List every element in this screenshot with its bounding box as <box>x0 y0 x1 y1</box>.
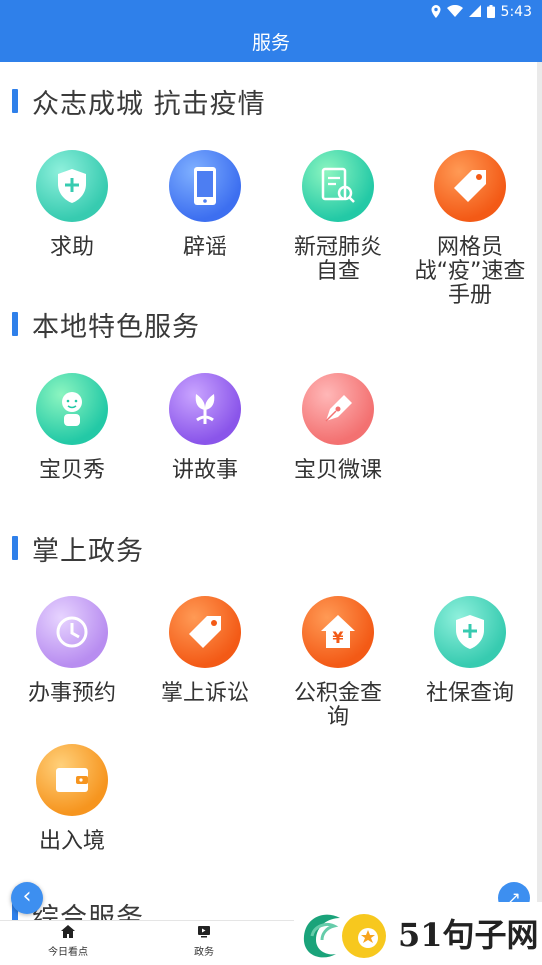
service-tile-litigation[interactable]: 掌上诉讼 <box>139 596 271 706</box>
svg-text:¥: ¥ <box>332 628 343 647</box>
site-watermark: 51句子网 <box>294 902 542 964</box>
watermark-logo-icon <box>303 914 386 958</box>
pen-icon <box>302 373 374 445</box>
service-tile-immigration[interactable]: 出入境 <box>6 744 138 854</box>
service-label: 宝贝秀 <box>38 458 105 483</box>
service-label: 宝贝微课 <box>293 458 382 483</box>
service-tile-covid-check[interactable]: 新冠肺炎 自查 <box>272 150 404 284</box>
service-tile-appointment[interactable]: 办事预约 <box>6 596 138 706</box>
flower-icon <box>169 373 241 445</box>
back-float-button[interactable]: ‹ <box>11 882 43 914</box>
service-label: 讲故事 <box>171 458 238 483</box>
baby-icon <box>36 373 108 445</box>
services-content[interactable]: 众志成城 抗击疫情 求助 辟谣 新冠肺炎 自查 网格员 战“疫”速查 手册 本地… <box>0 62 542 920</box>
section-title: 本地特色服务 <box>32 311 200 343</box>
section-header-epidemic: 众志成城 抗击疫情 <box>12 86 266 120</box>
tab-label: 政务 <box>194 947 214 958</box>
wallet-icon <box>36 744 108 816</box>
watermark-text: 51句子网 <box>398 916 539 954</box>
service-label: 掌上诉讼 <box>160 681 249 706</box>
service-label: 公积金查 询 <box>293 681 382 730</box>
section-header-local: 本地特色服务 <box>12 309 200 343</box>
scrollbar-track[interactable] <box>537 62 542 920</box>
battery-icon <box>486 4 495 20</box>
tv-icon <box>164 925 244 943</box>
tab-gov[interactable]: 政务 <box>164 925 244 958</box>
section-header-gov: 掌上政务 <box>12 533 144 567</box>
service-label: 新冠肺炎 自查 <box>293 235 382 284</box>
service-tile-rumor[interactable]: 辟谣 <box>139 150 271 260</box>
tab-label: 今日看点 <box>48 947 88 958</box>
document-search-icon <box>302 150 374 222</box>
service-tile-baby-show[interactable]: 宝贝秀 <box>6 373 138 483</box>
clock-icon <box>36 596 108 668</box>
shield-plus-icon <box>434 596 506 668</box>
wifi-icon <box>446 4 463 19</box>
location-icon <box>431 4 441 20</box>
status-time: 5:43 <box>500 4 532 20</box>
section-accent-bar <box>12 89 18 113</box>
phone-icon <box>169 150 241 222</box>
service-tile-social-security[interactable]: 社保查询 <box>404 596 536 706</box>
chevron-left-icon: ‹ <box>22 884 32 909</box>
signal-icon <box>468 5 481 19</box>
service-label: 办事预约 <box>27 681 116 706</box>
service-label: 网格员 战“疫”速查 手册 <box>414 235 526 308</box>
section-title: 综合服务 <box>32 902 144 921</box>
service-tile-storytelling[interactable]: 讲故事 <box>139 373 271 483</box>
section-title: 众志成城 抗击疫情 <box>32 88 266 120</box>
tag-icon <box>434 150 506 222</box>
service-label: 社保查询 <box>425 681 514 706</box>
page-title: 服务 <box>0 24 542 62</box>
tag-icon <box>169 596 241 668</box>
section-accent-bar <box>12 312 18 336</box>
section-title: 掌上政务 <box>32 535 144 567</box>
service-label: 辟谣 <box>182 235 227 260</box>
status-bar: 5:43 <box>0 0 542 24</box>
shield-plus-icon <box>36 150 108 222</box>
tab-today[interactable]: 今日看点 <box>28 925 108 958</box>
service-tile-grid-handbook[interactable]: 网格员 战“疫”速查 手册 <box>404 150 536 308</box>
service-label: 求助 <box>49 235 94 260</box>
service-tile-housing-fund[interactable]: ¥ 公积金查 询 <box>272 596 404 730</box>
home-icon <box>28 925 108 943</box>
house-yuan-icon: ¥ <box>302 596 374 668</box>
service-label: 出入境 <box>38 829 105 854</box>
section-accent-bar <box>12 536 18 560</box>
service-tile-micro-course[interactable]: 宝贝微课 <box>272 373 404 483</box>
service-tile-help[interactable]: 求助 <box>6 150 138 260</box>
